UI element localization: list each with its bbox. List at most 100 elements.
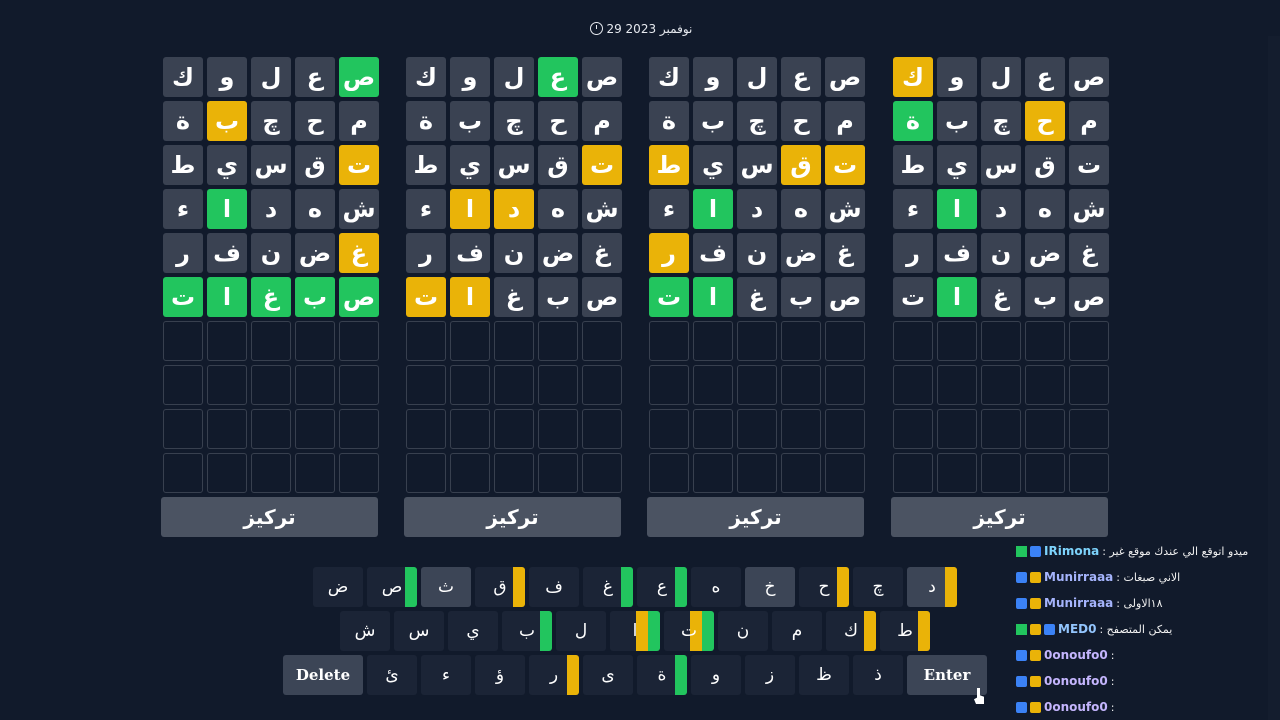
empty-tile bbox=[649, 321, 689, 361]
letter-key[interactable]: ع bbox=[637, 567, 687, 607]
letter-key[interactable]: ظ bbox=[799, 655, 849, 695]
badge-icon bbox=[1016, 649, 1027, 661]
badge-icon bbox=[1030, 545, 1041, 557]
key-status-bar bbox=[945, 567, 957, 607]
letter-tile: ك bbox=[163, 57, 203, 97]
letter-key[interactable]: ق bbox=[475, 567, 525, 607]
date-text: 29 نوفمبر 2023 bbox=[606, 22, 693, 36]
letter-key[interactable]: ه bbox=[691, 567, 741, 607]
letter-tile: ط bbox=[893, 145, 933, 185]
letter-key[interactable]: ى bbox=[583, 655, 633, 695]
letter-key[interactable]: ك bbox=[826, 611, 876, 651]
chat-text: : bbox=[1110, 674, 1115, 688]
letter-tile: و bbox=[693, 57, 733, 97]
badge-icon bbox=[1030, 701, 1041, 713]
key-label: ئ bbox=[385, 665, 399, 685]
letter-key[interactable]: ش bbox=[340, 611, 390, 651]
letter-key[interactable]: س bbox=[394, 611, 444, 651]
chat-username[interactable]: 0onoufo0 bbox=[1044, 700, 1108, 714]
letter-key[interactable]: خ bbox=[745, 567, 795, 607]
keyboard-row: ط ك منت ا لبيسش bbox=[281, 611, 989, 651]
letter-tile: ن bbox=[981, 233, 1021, 273]
letter-tile: ر bbox=[893, 233, 933, 273]
chat-message: 0onoufo0: bbox=[1012, 642, 1280, 668]
enter-key[interactable]: Enter bbox=[907, 655, 987, 695]
chat-username[interactable]: Munirraaa bbox=[1044, 596, 1113, 610]
letter-key[interactable]: ز bbox=[745, 655, 795, 695]
letter-tile: غ bbox=[825, 233, 865, 273]
letter-tile: ض bbox=[781, 233, 821, 273]
letter-tile: ع bbox=[295, 57, 335, 97]
letter-key[interactable]: ا bbox=[610, 611, 660, 651]
letter-tile: غ bbox=[1069, 233, 1109, 273]
empty-tile bbox=[981, 321, 1021, 361]
empty-tile bbox=[737, 365, 777, 405]
letter-key[interactable]: ي bbox=[448, 611, 498, 651]
chat-username[interactable]: 0onoufo0 bbox=[1044, 648, 1108, 662]
letter-tile: ب bbox=[781, 277, 821, 317]
letter-key[interactable]: ط bbox=[880, 611, 930, 651]
letter-key[interactable]: ض bbox=[313, 567, 363, 607]
letter-tile: د bbox=[981, 189, 1021, 229]
letter-key[interactable]: ف bbox=[529, 567, 579, 607]
letter-key[interactable]: غ bbox=[583, 567, 633, 607]
letter-tile: ض bbox=[538, 233, 578, 273]
empty-tile bbox=[981, 365, 1021, 405]
badge-icon bbox=[1044, 623, 1055, 635]
letter-key[interactable]: ت bbox=[664, 611, 714, 651]
board-3: ص ع ل و ك م ح چ ب ة ت ق س ي ط ش ه د ا ء غ ض ن ف ر ص ب غ ا ت تركيز bbox=[404, 57, 622, 537]
key-status-bar bbox=[621, 567, 633, 607]
letter-key[interactable]: ب bbox=[502, 611, 552, 651]
chat-username[interactable]: MED0 bbox=[1058, 622, 1096, 636]
letter-tile: ط bbox=[406, 145, 446, 185]
letter-key[interactable]: ذ bbox=[853, 655, 903, 695]
letter-key[interactable]: ئ bbox=[367, 655, 417, 695]
letter-tile: چ bbox=[251, 101, 291, 141]
badge-icon bbox=[1016, 597, 1027, 609]
key-label: ر bbox=[549, 665, 559, 685]
letter-tile: ق bbox=[538, 145, 578, 185]
keyboard-row: Enter ذ ظ ز و ة ى ر ؤ ء ئ Delete bbox=[281, 655, 989, 695]
chat-username[interactable]: IRimona bbox=[1044, 544, 1099, 558]
letter-key[interactable]: و bbox=[691, 655, 741, 695]
key-status-bar bbox=[513, 567, 525, 607]
key-label: ك bbox=[844, 621, 859, 641]
letter-tile: ح bbox=[295, 101, 335, 141]
board-grid: صعلوكمحچبةتقسيطشهداءغضنفرصبغات bbox=[404, 57, 622, 493]
letter-key[interactable]: ر bbox=[529, 655, 579, 695]
empty-tile bbox=[781, 453, 821, 493]
letter-key[interactable]: ث bbox=[421, 567, 471, 607]
focus-button[interactable]: تركيز bbox=[404, 497, 621, 537]
letter-tile: ا bbox=[450, 277, 490, 317]
scrollbar[interactable] bbox=[1268, 36, 1280, 720]
empty-tile bbox=[781, 365, 821, 405]
letter-tile: ن bbox=[737, 233, 777, 273]
empty-tile bbox=[737, 409, 777, 449]
letter-key[interactable]: م bbox=[772, 611, 822, 651]
letter-tile: ص bbox=[1069, 57, 1109, 97]
letter-tile: ق bbox=[1025, 145, 1065, 185]
letter-key[interactable]: ء bbox=[421, 655, 471, 695]
letter-tile: ش bbox=[339, 189, 379, 229]
chat-username[interactable]: 0onoufo0 bbox=[1044, 674, 1108, 688]
letter-key[interactable]: چ bbox=[853, 567, 903, 607]
focus-button[interactable]: تركيز bbox=[161, 497, 378, 537]
letter-key[interactable]: ل bbox=[556, 611, 606, 651]
delete-key[interactable]: Delete bbox=[283, 655, 363, 695]
letter-key[interactable]: ن bbox=[718, 611, 768, 651]
chat-text: : يمكن المتصفح bbox=[1099, 622, 1173, 636]
letter-key[interactable]: ة bbox=[637, 655, 687, 695]
key-label: ا bbox=[632, 621, 638, 641]
letter-key[interactable]: ؤ bbox=[475, 655, 525, 695]
empty-tile bbox=[649, 453, 689, 493]
empty-tile bbox=[582, 365, 622, 405]
focus-button[interactable]: تركيز bbox=[647, 497, 864, 537]
letter-key[interactable]: ص bbox=[367, 567, 417, 607]
date-header: 29 نوفمبر 2023 bbox=[0, 22, 1280, 36]
empty-tile bbox=[981, 409, 1021, 449]
letter-key[interactable]: ح bbox=[799, 567, 849, 607]
letter-key[interactable]: د bbox=[907, 567, 957, 607]
focus-button[interactable]: تركيز bbox=[891, 497, 1108, 537]
keyboard-row: دچحخهعغفقثصض bbox=[281, 567, 989, 607]
chat-username[interactable]: Munirraaa bbox=[1044, 570, 1113, 584]
